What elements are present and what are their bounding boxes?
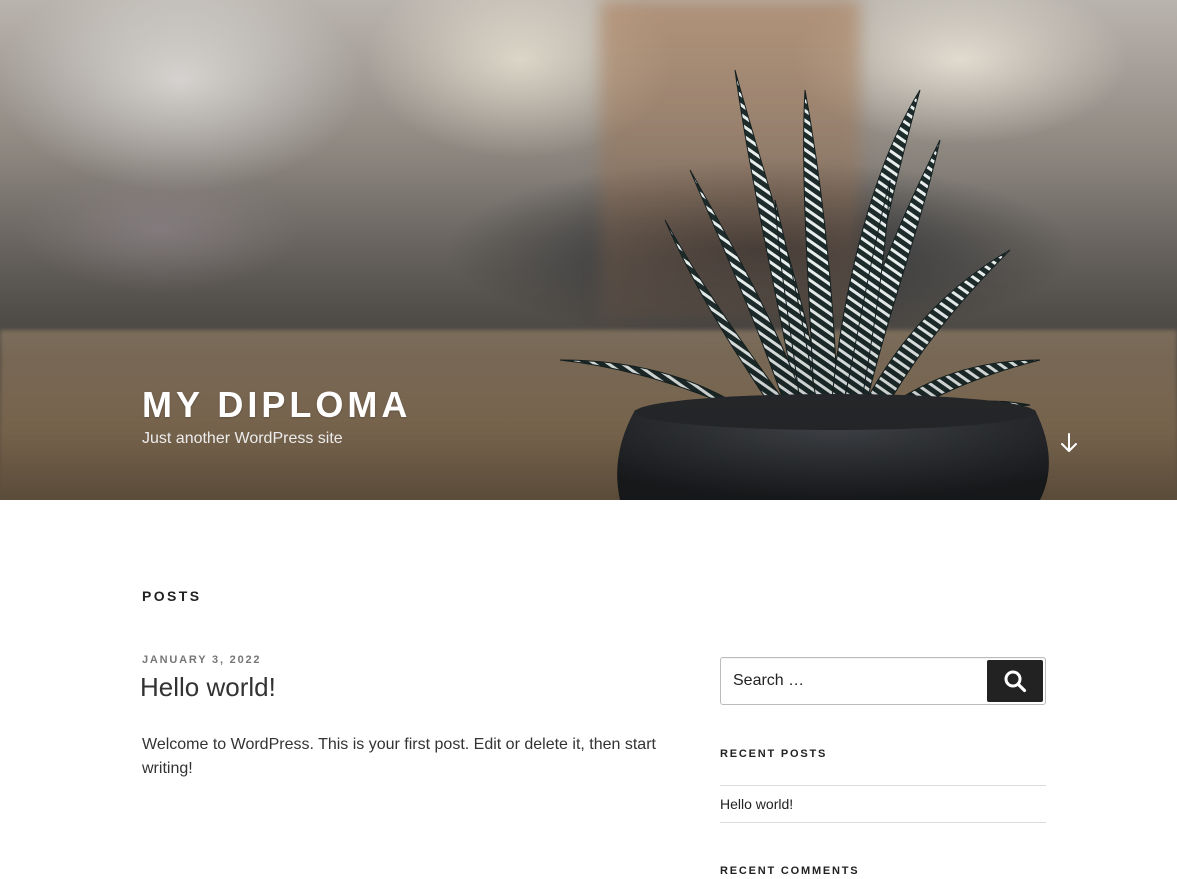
site-title[interactable]: MY DIPLOMA (142, 383, 411, 427)
recent-posts-title: RECENT POSTS (720, 748, 828, 760)
post-date-link[interactable]: JANUARY 3, 2022 (142, 652, 261, 668)
recent-posts-widget: RECENT POSTS Hello world! (720, 746, 1046, 823)
post-title: Hello world! (140, 670, 662, 704)
sidebar: RECENT POSTS Hello world! RECENT COMMENT… (720, 657, 1046, 879)
site-description: Just another WordPress site (142, 430, 343, 447)
post-title-link[interactable]: Hello world! (140, 672, 276, 702)
page-header: POSTS (142, 588, 201, 604)
custom-header: MY DIPLOMA Just another WordPress site (0, 0, 1177, 500)
scroll-down-button[interactable] (1057, 430, 1081, 456)
search-icon (1004, 670, 1027, 693)
search-button[interactable] (987, 660, 1043, 702)
recent-posts-list: Hello world! (720, 785, 1046, 823)
post-article: JANUARY 3, 2022 Hello world! Welcome to … (140, 650, 662, 781)
search-input[interactable] (721, 658, 987, 704)
recent-comments-widget: RECENT COMMENTS (720, 863, 1046, 879)
list-item: Hello world! (720, 786, 1046, 823)
search-form (720, 657, 1046, 705)
page-title: POSTS (142, 588, 202, 604)
recent-post-link[interactable]: Hello world! (720, 796, 793, 812)
arrow-down-icon (1061, 433, 1077, 452)
recent-comments-title: RECENT COMMENTS (720, 865, 860, 877)
post-excerpt: Welcome to WordPress. This is your first… (142, 736, 656, 777)
site-branding: MY DIPLOMA Just another WordPress site (142, 383, 411, 451)
